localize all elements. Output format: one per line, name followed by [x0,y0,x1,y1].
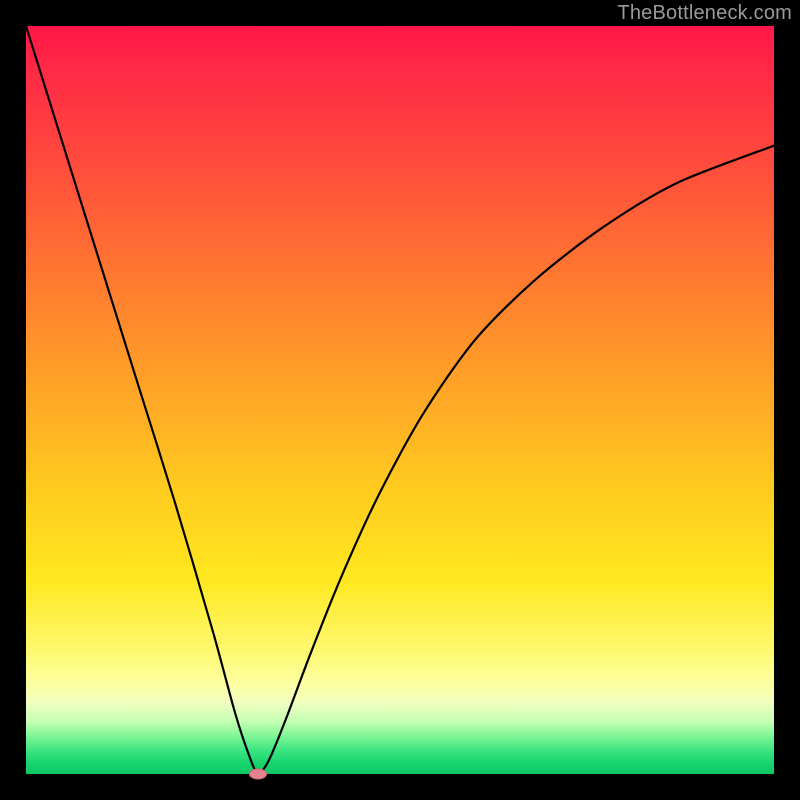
plot-area [26,26,774,774]
minimum-marker [249,769,267,780]
watermark-text: TheBottleneck.com [617,2,792,25]
bottleneck-curve [26,26,774,774]
chart-frame: TheBottleneck.com [0,0,800,800]
